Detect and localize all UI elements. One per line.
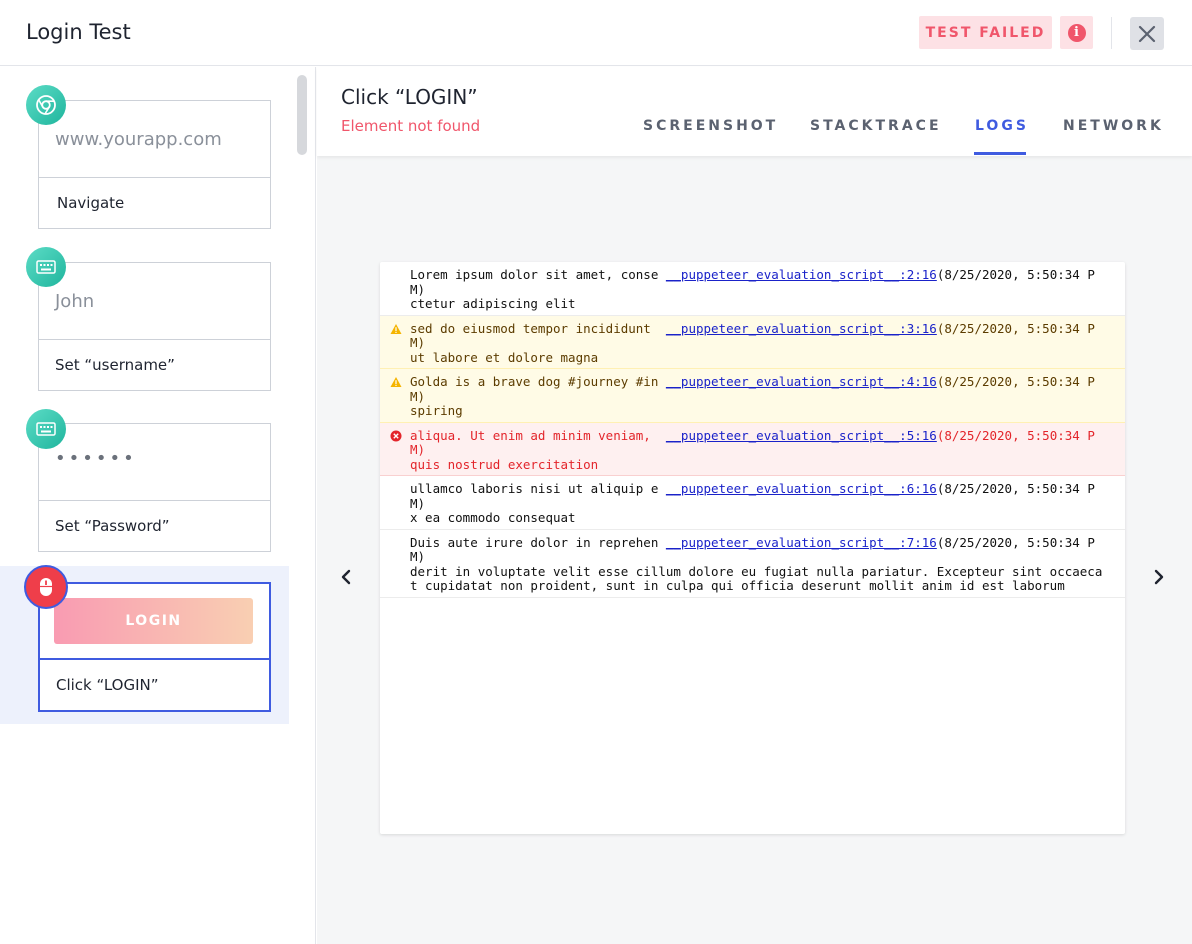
next-step-button[interactable] xyxy=(1149,565,1169,589)
step-detail-panel: Click “LOGIN” Element not found SCREENSH… xyxy=(317,67,1192,944)
dialog-header: Login Test TEST FAILED i xyxy=(0,0,1192,66)
log-row: Lorem ipsum dolor sit amet, conse __pupp… xyxy=(380,262,1125,316)
chevron-left-icon xyxy=(341,569,351,585)
log-message: aliqua. Ut enim ad minim veniam, __puppe… xyxy=(410,427,1107,473)
log-text-continued: ctetur adipiscing elit xyxy=(410,296,576,311)
log-text-continued: x ea commodo consequat xyxy=(410,510,576,525)
step-field-value: •••••• xyxy=(55,448,137,469)
login-button-preview: LOGIN xyxy=(54,598,253,644)
tab-network[interactable]: NETWORK xyxy=(1063,118,1164,134)
step-label: Set “Password” xyxy=(55,517,170,535)
step-card-click-login[interactable]: LOGIN Click “LOGIN” xyxy=(38,582,271,712)
step-field: LOGIN xyxy=(40,584,269,660)
previous-step-button[interactable] xyxy=(336,565,356,589)
log-message: Golda is a brave dog #journey #in __pupp… xyxy=(410,374,1107,419)
step-field: John xyxy=(39,263,270,340)
log-text: Golda is a brave dog #journey #in xyxy=(410,374,666,389)
log-text: Lorem ipsum dolor sit amet, conse xyxy=(410,267,666,282)
log-text: Duis aute irure dolor in reprehen xyxy=(410,534,666,550)
log-text-continued: quis nostrud exercitation xyxy=(410,456,599,472)
log-row: Duis aute irure dolor in reprehen __pupp… xyxy=(380,530,1125,598)
step-error-message: Element not found xyxy=(341,117,481,135)
step-card-password[interactable]: •••••• Set “Password” xyxy=(38,423,271,552)
warning-icon xyxy=(390,323,402,334)
log-message: ullamco laboris nisi ut aliquip e __pupp… xyxy=(410,481,1107,526)
log-text-continued: derit in voluptate velit esse cillum dol… xyxy=(410,563,1103,594)
step-card-username[interactable]: John Set “username” xyxy=(38,262,271,391)
step-field-value: John xyxy=(55,291,95,312)
log-text-continued: spiring xyxy=(410,403,463,418)
step-label: Click “LOGIN” xyxy=(56,676,159,694)
chevron-right-icon xyxy=(1154,569,1164,585)
log-text: ullamco laboris nisi ut aliquip e xyxy=(410,481,666,496)
logs-console: Lorem ipsum dolor sit amet, conse __pupp… xyxy=(380,262,1125,834)
step-field-value: www.yourapp.com xyxy=(55,129,222,150)
chrome-icon xyxy=(26,85,66,125)
info-icon: i xyxy=(1067,23,1086,42)
log-row: sed do eiusmod tempor incididunt __puppe… xyxy=(380,315,1125,369)
status-badge: TEST FAILED xyxy=(919,16,1052,49)
keyboard-icon xyxy=(26,247,66,287)
error-icon xyxy=(390,430,402,441)
log-message: Lorem ipsum dolor sit amet, conse __pupp… xyxy=(410,267,1107,312)
close-icon xyxy=(1138,25,1156,42)
log-row: ullamco laboris nisi ut aliquip e __pupp… xyxy=(380,476,1125,530)
step-card-navigate[interactable]: www.yourapp.com Navigate xyxy=(38,100,271,229)
dialog-title: Login Test xyxy=(26,20,131,44)
detail-header: Click “LOGIN” Element not found SCREENSH… xyxy=(317,67,1192,156)
log-row: aliqua. Ut enim ad minim veniam, __puppe… xyxy=(380,422,1125,476)
log-message: sed do eiusmod tempor incididunt __puppe… xyxy=(410,320,1107,366)
info-button[interactable]: i xyxy=(1060,16,1093,49)
log-text: sed do eiusmod tempor incididunt xyxy=(410,320,666,336)
log-source-link[interactable]: __puppeteer_evaluation_script__:7:16 xyxy=(666,535,937,550)
mouse-icon xyxy=(24,565,68,609)
step-label: Navigate xyxy=(57,194,125,212)
log-source-link[interactable]: __puppeteer_evaluation_script__:5:16 xyxy=(666,428,937,443)
header-divider xyxy=(1111,17,1112,49)
log-text: aliqua. Ut enim ad minim veniam, xyxy=(410,427,666,443)
step-field: www.yourapp.com xyxy=(39,101,270,178)
steps-sidebar: www.yourapp.com Navigate John Set “usern… xyxy=(0,67,316,944)
log-source-link[interactable]: __puppeteer_evaluation_script__:4:16 xyxy=(666,374,937,389)
sidebar-scrollbar[interactable] xyxy=(297,75,307,155)
log-text-continued: ut labore et dolore magna xyxy=(410,349,599,365)
close-button[interactable] xyxy=(1130,17,1164,50)
log-list: Lorem ipsum dolor sit amet, conse __pupp… xyxy=(380,262,1125,598)
step-label: Set “username” xyxy=(55,356,175,374)
tab-logs[interactable]: LOGS xyxy=(975,118,1029,134)
active-tab-indicator xyxy=(974,152,1026,155)
tab-screenshot[interactable]: SCREENSHOT xyxy=(643,118,778,134)
log-source-link[interactable]: __puppeteer_evaluation_script__:2:16 xyxy=(666,267,937,282)
test-result-dialog: Login Test TEST FAILED i www.yourapp.com… xyxy=(0,0,1192,944)
log-message: Duis aute irure dolor in reprehen __pupp… xyxy=(410,534,1107,594)
log-source-link[interactable]: __puppeteer_evaluation_script__:6:16 xyxy=(666,481,937,496)
step-field: •••••• xyxy=(39,424,270,501)
step-title: Click “LOGIN” xyxy=(341,85,478,109)
warning-icon xyxy=(390,377,402,387)
log-row: Golda is a brave dog #journey #in __pupp… xyxy=(380,369,1125,423)
tab-stacktrace[interactable]: STACKTRACE xyxy=(810,118,942,134)
keyboard-icon xyxy=(26,409,66,449)
log-source-link[interactable]: __puppeteer_evaluation_script__:3:16 xyxy=(666,321,937,336)
